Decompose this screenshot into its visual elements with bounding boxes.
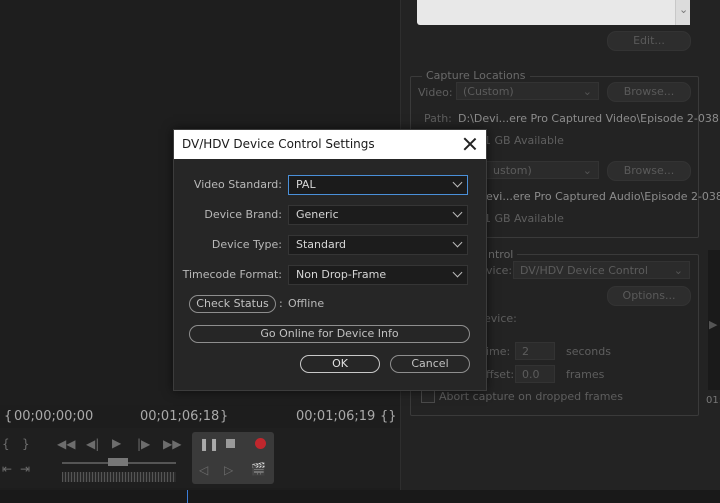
device-select[interactable]: DV/HDV Device Control ⌄ xyxy=(513,261,690,279)
audio-browse-button[interactable]: Browse... xyxy=(607,161,691,181)
video-standard-label: Video Standard: xyxy=(193,178,282,191)
video-path: D:\Devi...ere Pro Captured Video\Episode… xyxy=(458,112,719,125)
timecode-duration[interactable]: 00;01;06;18 xyxy=(140,409,219,424)
bracket-pair-icon[interactable]: {} xyxy=(380,409,397,424)
device-control-title: ntrol xyxy=(484,248,518,261)
play-icon: ▶ xyxy=(709,318,718,331)
mark-out-icon[interactable]: } xyxy=(22,437,30,451)
go-online-button[interactable]: Go Online for Device Info xyxy=(189,325,470,343)
jog-wheel[interactable] xyxy=(62,472,176,482)
audio-available: 1 GB Available xyxy=(484,212,564,225)
preroll-unit: seconds xyxy=(566,345,611,358)
scene-detect-icon[interactable]: 🎬 xyxy=(251,462,266,476)
edge-timecode: 01:4 xyxy=(706,395,720,406)
device-type-label: Device Type: xyxy=(211,238,282,251)
previous-scene-icon[interactable]: ◁ xyxy=(199,463,208,477)
pause-icon[interactable]: ❚❚ xyxy=(199,437,219,451)
record-icon[interactable] xyxy=(255,438,266,449)
play-icon[interactable]: ▶ xyxy=(112,436,121,450)
timecode-format-select[interactable]: Non Drop-Frame xyxy=(288,265,468,285)
dialog-title-bar: DV/HDV Device Control Settings xyxy=(174,130,486,159)
rewind-icon[interactable]: ◀◀ xyxy=(57,437,75,451)
chevron-down-icon xyxy=(452,207,463,218)
device-label-2: evice: xyxy=(484,312,517,325)
timecode-in[interactable]: 00;00;00;00 xyxy=(14,409,93,424)
step-forward-icon[interactable]: |▶ xyxy=(137,437,150,451)
timecode-out[interactable]: 00;01;06;19 xyxy=(296,409,375,424)
device-label: vice: xyxy=(486,264,513,277)
offset-label: ffset: xyxy=(486,368,515,381)
edit-button[interactable]: Edit... xyxy=(607,31,691,51)
abort-checkbox[interactable] xyxy=(421,389,435,403)
playhead[interactable] xyxy=(187,490,188,503)
dialog-title: DV/HDV Device Control Settings xyxy=(182,137,375,151)
scroll-down-icon[interactable] xyxy=(675,0,690,25)
chevron-down-icon xyxy=(452,267,463,278)
goto-in-icon[interactable]: ⇤ xyxy=(2,462,12,476)
close-icon[interactable] xyxy=(462,136,478,152)
out-bracket-icon: } xyxy=(220,409,229,424)
audio-path: evi...ere Pro Captured Audio\Episode 2-0… xyxy=(486,190,720,203)
offset-input[interactable]: 0.0 xyxy=(515,365,555,383)
chevron-down-icon xyxy=(452,237,463,248)
device-type-select[interactable]: Standard xyxy=(288,235,468,255)
stop-icon[interactable] xyxy=(226,439,235,448)
preroll-label: ime: xyxy=(486,345,511,358)
step-back-icon[interactable]: ◀| xyxy=(86,437,99,451)
audio-location-select[interactable]: ustom) ⌄ xyxy=(486,161,599,179)
ok-button[interactable]: OK xyxy=(300,355,380,373)
chevron-down-icon: ⌄ xyxy=(582,164,592,177)
chevron-down-icon xyxy=(452,177,463,188)
offset-unit: frames xyxy=(566,368,605,381)
options-button[interactable]: Options... xyxy=(607,286,691,306)
device-control-dialog: DV/HDV Device Control Settings Video Sta… xyxy=(173,129,487,391)
mark-in-icon[interactable]: { xyxy=(2,437,10,451)
video-standard-select[interactable]: PAL xyxy=(288,175,468,195)
cancel-button[interactable]: Cancel xyxy=(390,355,470,373)
chevron-down-icon: ⌄ xyxy=(582,85,592,98)
status-separator: : xyxy=(279,297,283,310)
next-scene-icon[interactable]: ▷ xyxy=(224,463,233,477)
capture-locations-title: Capture Locations xyxy=(422,69,530,82)
goto-out-icon[interactable]: ⇥ xyxy=(20,462,30,476)
video-label: Video: xyxy=(418,86,453,99)
check-status-button[interactable]: Check Status xyxy=(189,295,276,313)
device-brand-select[interactable]: Generic xyxy=(288,205,468,225)
in-bracket-icon: { xyxy=(4,409,13,424)
bottom-strip xyxy=(0,490,720,503)
video-location-select[interactable]: (Custom) ⌄ xyxy=(456,82,599,100)
preroll-input[interactable]: 2 xyxy=(515,342,555,360)
video-available: 1 GB Available xyxy=(484,134,564,147)
video-browse-button[interactable]: Browse... xyxy=(607,82,691,102)
settings-text-box[interactable] xyxy=(417,0,690,25)
abort-label: Abort capture on dropped frames xyxy=(439,390,623,403)
chevron-down-icon: ⌄ xyxy=(673,264,683,277)
device-brand-label: Device Brand: xyxy=(204,208,282,221)
path-label: Path: xyxy=(424,112,452,125)
status-value: Offline xyxy=(288,297,325,310)
shuttle-handle[interactable] xyxy=(108,458,128,466)
timecode-format-label: Timecode Format: xyxy=(182,268,282,281)
fast-forward-icon[interactable]: ▶▶ xyxy=(163,437,181,451)
